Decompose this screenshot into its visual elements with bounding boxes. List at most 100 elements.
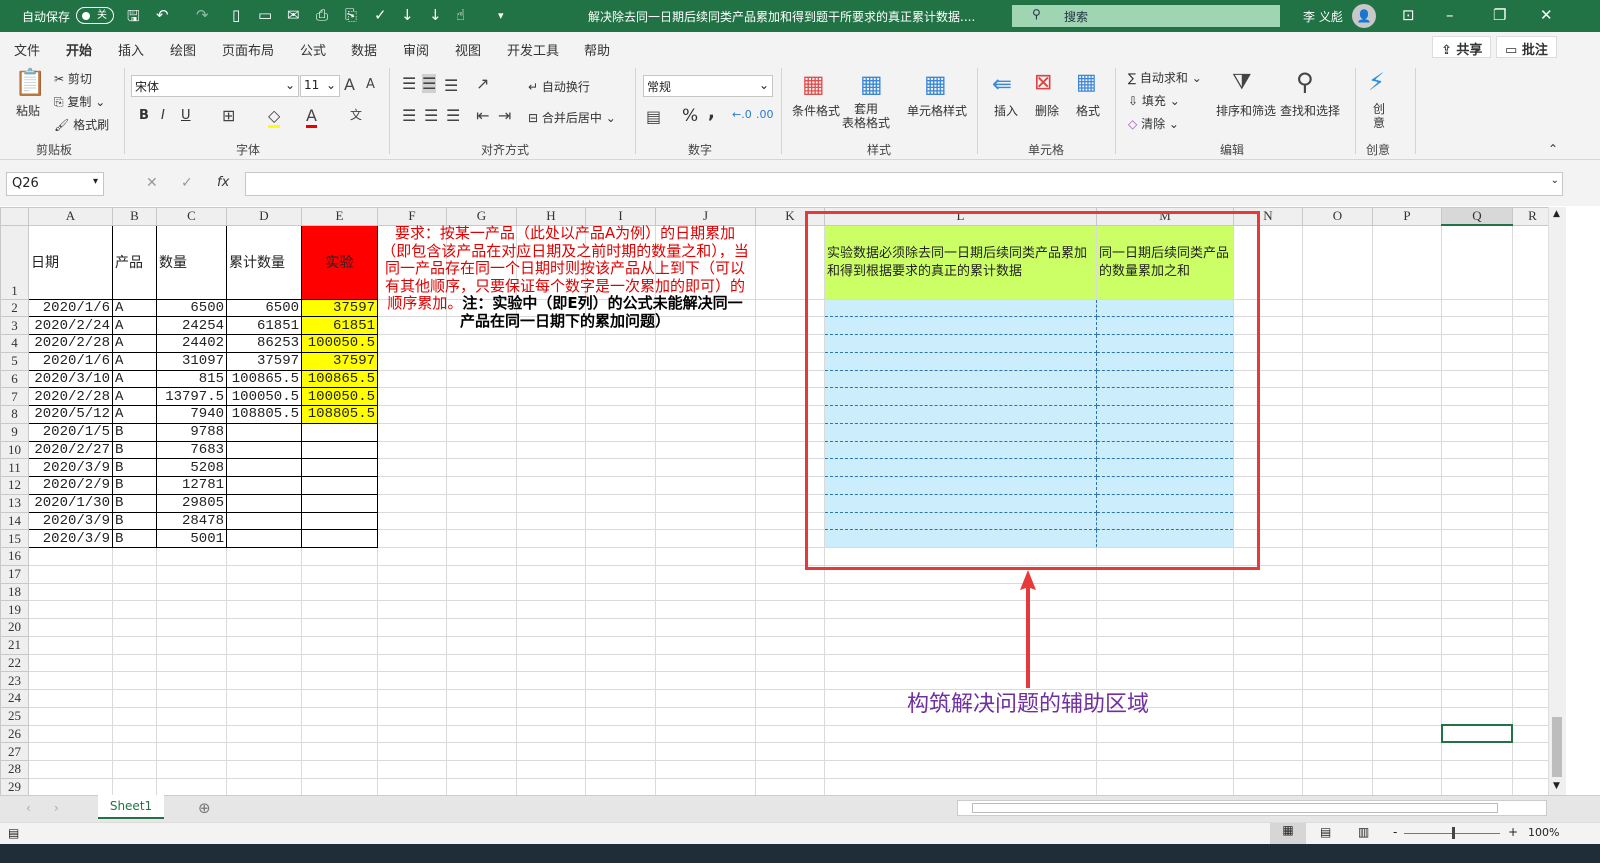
cell-D7[interactable]: 100050.5	[226, 387, 302, 406]
cell-C11[interactable]: 5208	[156, 458, 227, 477]
comment-button[interactable]: ▭ 批注	[1496, 36, 1557, 58]
cell-M27[interactable]	[1096, 742, 1234, 761]
cell-G24[interactable]	[446, 689, 517, 708]
cell-H29[interactable]	[516, 777, 586, 795]
cell-I28[interactable]	[585, 760, 656, 779]
cell-K21[interactable]	[755, 635, 825, 655]
font-color-icon[interactable]: A	[306, 106, 317, 128]
cell-A3[interactable]: 2020/2/24	[28, 316, 113, 335]
cell-O12[interactable]	[1302, 476, 1373, 495]
sort-filter-button[interactable]: 排序和筛选	[1216, 102, 1276, 119]
cell-J19[interactable]	[655, 600, 756, 619]
cell-E16[interactable]	[301, 547, 378, 566]
tab-insert[interactable]: 插入	[118, 40, 144, 59]
cell-B4[interactable]: A	[112, 334, 157, 353]
macro-record-icon[interactable]: ▤	[8, 826, 19, 840]
tab-file[interactable]: 文件	[14, 40, 40, 59]
cell-H20[interactable]	[516, 618, 586, 637]
cell-J14[interactable]	[655, 511, 756, 531]
cell-R11[interactable]	[1512, 458, 1548, 477]
column-header-R[interactable]: R	[1512, 207, 1548, 226]
cell-E8[interactable]: 108805.5	[301, 405, 378, 424]
italic-button[interactable]: I	[161, 108, 165, 123]
cell-D2[interactable]: 6500	[226, 298, 302, 318]
cell-B2[interactable]: A	[112, 298, 157, 318]
cell-F25[interactable]	[377, 706, 447, 726]
autosave-toggle[interactable]: 关	[76, 7, 114, 24]
cell-M28[interactable]	[1096, 760, 1234, 779]
cell-P2[interactable]	[1372, 298, 1442, 318]
tab-developer[interactable]: 开发工具	[507, 40, 559, 59]
cell-B27[interactable]	[112, 742, 157, 761]
cell-R19[interactable]	[1512, 600, 1548, 619]
clear-button[interactable]: ◇ 清除 ⌄	[1128, 115, 1179, 132]
cell-O17[interactable]	[1302, 564, 1373, 584]
zoom-in-icon[interactable]: +	[1508, 825, 1518, 839]
cell-F19[interactable]	[377, 600, 447, 619]
cell-P25[interactable]	[1372, 706, 1442, 726]
cell-J6[interactable]	[655, 369, 756, 389]
cell-P15[interactable]	[1372, 529, 1442, 548]
cell-J4[interactable]	[655, 334, 756, 353]
cell-Q4[interactable]	[1441, 334, 1513, 353]
row-header[interactable]: 18	[0, 582, 29, 602]
cell-H5[interactable]	[516, 351, 586, 371]
cell-J11[interactable]	[655, 458, 756, 477]
format-cells-icon[interactable]: ▦	[1076, 70, 1097, 95]
cell-P27[interactable]	[1372, 742, 1442, 761]
cell-L26[interactable]	[824, 724, 1097, 744]
cell-E28[interactable]	[301, 760, 378, 779]
cell-E5[interactable]: 37597	[301, 351, 378, 371]
cell-R1[interactable]	[1512, 224, 1548, 300]
cell-D10[interactable]	[226, 440, 302, 460]
cell-B18[interactable]	[112, 582, 157, 602]
row-header[interactable]: 25	[0, 706, 29, 726]
row-header[interactable]: 17	[0, 564, 29, 584]
cell-I29[interactable]	[585, 777, 656, 795]
cell-R25[interactable]	[1512, 706, 1548, 726]
cell-G26[interactable]	[446, 724, 517, 744]
worksheet[interactable]: A B C D E F G H I J K L M N O P Q R 1 日期 产品 数量 累计数量 实验 实验数据必须除去同…	[0, 207, 1548, 795]
cell-I9[interactable]	[585, 422, 656, 442]
cell-F22[interactable]	[377, 653, 447, 673]
cell-E14[interactable]	[301, 511, 378, 531]
cell-B5[interactable]: A	[112, 351, 157, 371]
insert-cells-button[interactable]: 插入	[994, 102, 1018, 119]
page-layout-view-icon[interactable]: ▤	[1320, 825, 1331, 839]
cell-B17[interactable]	[112, 564, 157, 584]
cell-A13[interactable]: 2020/1/30	[28, 493, 113, 513]
increase-decimal-icon[interactable]: ←.0	[732, 108, 752, 121]
cell-F27[interactable]	[377, 742, 447, 761]
cell-Q5[interactable]	[1441, 351, 1513, 371]
cell-H19[interactable]	[516, 600, 586, 619]
cell-G25[interactable]	[446, 706, 517, 726]
undo-icon[interactable]: ↶	[156, 6, 169, 24]
cell-P19[interactable]	[1372, 600, 1442, 619]
search-box[interactable]: ⚲ 搜索	[1012, 5, 1280, 27]
cell-C29[interactable]	[156, 777, 227, 795]
cell-R24[interactable]	[1512, 689, 1548, 708]
cell-D8[interactable]: 108805.5	[226, 405, 302, 424]
scroll-up-icon[interactable]: ▲	[1553, 209, 1560, 219]
cell-N24[interactable]	[1233, 689, 1303, 708]
cell-G29[interactable]	[446, 777, 517, 795]
cell-O4[interactable]	[1302, 334, 1373, 353]
select-all-corner[interactable]	[0, 207, 29, 226]
cell-M18[interactable]	[1096, 582, 1234, 602]
cell-F17[interactable]	[377, 564, 447, 584]
cell-C3[interactable]: 24254	[156, 316, 227, 335]
cell-C7[interactable]: 13797.5	[156, 387, 227, 406]
cell-C27[interactable]	[156, 742, 227, 761]
cell-E24[interactable]	[301, 689, 378, 708]
cell-L19[interactable]	[824, 600, 1097, 619]
cell-E12[interactable]	[301, 476, 378, 495]
cell-D11[interactable]	[226, 458, 302, 477]
cell-N21[interactable]	[1233, 635, 1303, 655]
cell-A6[interactable]: 2020/3/10	[28, 369, 113, 389]
cell-D4[interactable]: 86253	[226, 334, 302, 353]
row-header[interactable]: 29	[0, 777, 29, 795]
vertical-scrollbar[interactable]: ▲ ▼	[1548, 207, 1566, 795]
cell-D15[interactable]	[226, 529, 302, 548]
cell-G8[interactable]	[446, 405, 517, 424]
cell-C10[interactable]: 7683	[156, 440, 227, 460]
